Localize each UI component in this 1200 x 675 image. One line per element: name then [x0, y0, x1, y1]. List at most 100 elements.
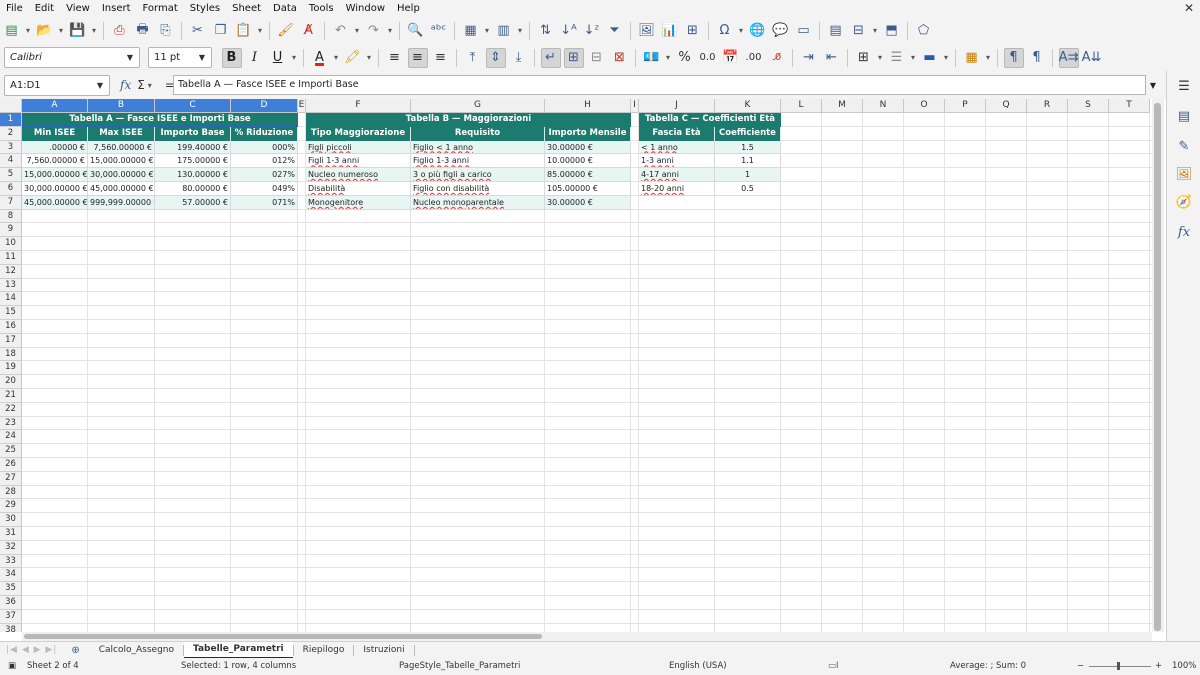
- text-direction-ltr-icon[interactable]: ¶: [1003, 47, 1024, 68]
- table-cell[interactable]: 30.00000 €: [545, 140, 631, 155]
- gallery-icon[interactable]: 🖼: [1175, 165, 1193, 183]
- freeze-dropdown-icon[interactable]: ▾: [870, 21, 880, 41]
- table-cell[interactable]: 80.00000 €: [155, 182, 231, 196]
- zoom-level[interactable]: 100%: [1172, 661, 1196, 671]
- selection-mode-icon[interactable]: ▭I: [828, 661, 839, 671]
- center-vertically-icon[interactable]: ⇕: [485, 47, 506, 68]
- wrap-text-icon[interactable]: ↵: [540, 47, 561, 68]
- save-icon[interactable]: 💾: [68, 21, 88, 41]
- print-icon[interactable]: 🖶: [133, 21, 153, 41]
- table-cell[interactable]: 027%: [231, 168, 298, 182]
- table-cell[interactable]: Figlio con disabilità: [411, 182, 545, 196]
- autofilter-icon[interactable]: ⏷: [605, 21, 625, 41]
- sum-status[interactable]: Average: ; Sum: 0: [950, 661, 1026, 671]
- left-to-right-icon[interactable]: A⇉: [1058, 47, 1079, 68]
- font-name-combo[interactable]: Calibri ▼: [4, 47, 140, 68]
- column-header-h[interactable]: H: [545, 99, 631, 113]
- row-header-15[interactable]: 15: [0, 306, 22, 320]
- page-style[interactable]: PageStyle_Tabelle_Parametri: [399, 661, 520, 671]
- find-replace-icon[interactable]: 🔍: [406, 21, 426, 41]
- column-header-s[interactable]: S: [1068, 99, 1109, 113]
- column-header-e[interactable]: E: [298, 99, 306, 113]
- table-cell[interactable]: Nucleo numeroso: [306, 168, 411, 182]
- merge-center-icon[interactable]: ⊞: [563, 47, 584, 68]
- column-header-a[interactable]: A: [22, 99, 88, 113]
- top-to-bottom-icon[interactable]: A⇊: [1082, 48, 1102, 68]
- table-cell[interactable]: 071%: [231, 195, 298, 210]
- table-cell[interactable]: Figli 1-3 anni: [306, 154, 411, 169]
- menu-help[interactable]: Help: [391, 0, 426, 17]
- table-cell[interactable]: 130.00000 €: [155, 168, 231, 182]
- paste-icon[interactable]: 📋: [234, 21, 254, 41]
- navigator-icon[interactable]: 🧭: [1175, 193, 1193, 211]
- conditional-dropdown-icon[interactable]: ▾: [983, 48, 993, 68]
- menu-format[interactable]: Format: [137, 0, 184, 17]
- table-cell[interactable]: 1.1: [715, 154, 781, 169]
- tab-istruzioni[interactable]: Istruzioni: [354, 643, 413, 658]
- borders-icon[interactable]: ⊞: [854, 48, 874, 68]
- menu-data[interactable]: Data: [267, 0, 303, 17]
- border-style-dropdown-icon[interactable]: ▾: [908, 48, 918, 68]
- row-header-9[interactable]: 9: [0, 223, 22, 238]
- menu-sheet[interactable]: Sheet: [226, 0, 267, 17]
- column-header-q[interactable]: Q: [986, 99, 1027, 113]
- row-header-1[interactable]: 1: [0, 113, 22, 127]
- styles-icon[interactable]: ✎: [1175, 137, 1193, 155]
- table-c-header[interactable]: Coefficiente: [715, 126, 781, 141]
- table-c-header[interactable]: Fascia Età: [639, 126, 715, 141]
- table-cell[interactable]: Disabilità: [306, 182, 411, 196]
- table-cell[interactable]: 45,000.00000 €: [88, 182, 155, 196]
- sort-ascending-icon[interactable]: ↓ᴬ: [559, 21, 579, 41]
- spreadsheet-grid[interactable]: A B C D E F G H I J K L M N O P Q R S T 1 2 3 4 5 6 7 8 9 10 11 12 13 14 1…: [0, 99, 1152, 632]
- column-header-o[interactable]: O: [904, 99, 945, 113]
- close-document-icon[interactable]: ✕: [1184, 1, 1194, 15]
- row-header-20[interactable]: 20: [0, 375, 22, 389]
- column-header-m[interactable]: M: [822, 99, 863, 113]
- table-b-title[interactable]: Tabella B — Maggiorazioni: [306, 113, 631, 127]
- table-a-header[interactable]: Min ISEE: [22, 126, 88, 141]
- unmerge-cells-icon[interactable]: ⊠: [610, 48, 630, 68]
- table-cell[interactable]: 15,000.00000 €: [88, 154, 155, 169]
- functions-icon[interactable]: fx: [1175, 223, 1193, 241]
- align-left-icon[interactable]: ≡: [385, 48, 405, 68]
- table-b-header[interactable]: Importo Mensile: [545, 126, 631, 141]
- borders-dropdown-icon[interactable]: ▾: [875, 48, 885, 68]
- table-b-header[interactable]: Requisito: [411, 126, 545, 141]
- underline-icon[interactable]: U: [268, 48, 288, 68]
- column-header-l[interactable]: L: [781, 99, 822, 113]
- menu-file[interactable]: File: [0, 0, 29, 17]
- row-header-24[interactable]: 24: [0, 430, 22, 445]
- copy-icon[interactable]: ❐: [211, 21, 231, 41]
- sum-icon[interactable]: Σ: [137, 78, 145, 92]
- new-document-icon[interactable]: ▤: [2, 21, 22, 41]
- align-bottom-icon[interactable]: ⤓: [509, 48, 529, 68]
- row-header-23[interactable]: 23: [0, 416, 22, 431]
- table-cell[interactable]: 57.00000 €: [155, 195, 231, 210]
- table-cell[interactable]: 45,000.00000 €: [22, 195, 88, 210]
- currency-format-icon[interactable]: 💶: [642, 48, 662, 68]
- sort-icon[interactable]: ⇅: [536, 21, 556, 41]
- print-preview-icon[interactable]: ⎘: [156, 21, 176, 41]
- row-header-10[interactable]: 10: [0, 237, 22, 251]
- table-cell[interactable]: 012%: [231, 154, 298, 169]
- paste-dropdown-icon[interactable]: ▾: [255, 21, 265, 41]
- chevron-down-icon[interactable]: ▼: [193, 48, 211, 67]
- row-header-7[interactable]: 7: [0, 195, 22, 210]
- column-header-k[interactable]: K: [715, 99, 781, 113]
- column-header-j[interactable]: J: [639, 99, 715, 113]
- border-color-dropdown-icon[interactable]: ▾: [941, 48, 951, 68]
- vertical-scrollbar-thumb[interactable]: [1154, 103, 1161, 631]
- select-all-corner[interactable]: [0, 99, 22, 113]
- row-header-29[interactable]: 29: [0, 499, 22, 514]
- align-top-icon[interactable]: ⤒: [463, 48, 483, 68]
- spelling-icon[interactable]: ᵃᵇᶜ: [429, 21, 449, 41]
- tab-riepilogo[interactable]: Riepilogo: [294, 643, 354, 658]
- tab-navigation-icon[interactable]: |◀ ◀ ▶ ▶|: [6, 645, 57, 655]
- delete-decimal-icon[interactable]: .0̸: [767, 48, 787, 68]
- sort-descending-icon[interactable]: ↓ᶻ: [582, 21, 602, 41]
- row-header-16[interactable]: 16: [0, 320, 22, 334]
- headers-footers-icon[interactable]: ▭: [794, 21, 814, 41]
- row-header-8[interactable]: 8: [0, 209, 22, 224]
- new-dropdown-icon[interactable]: ▾: [23, 21, 33, 41]
- currency-dropdown-icon[interactable]: ▾: [663, 48, 673, 68]
